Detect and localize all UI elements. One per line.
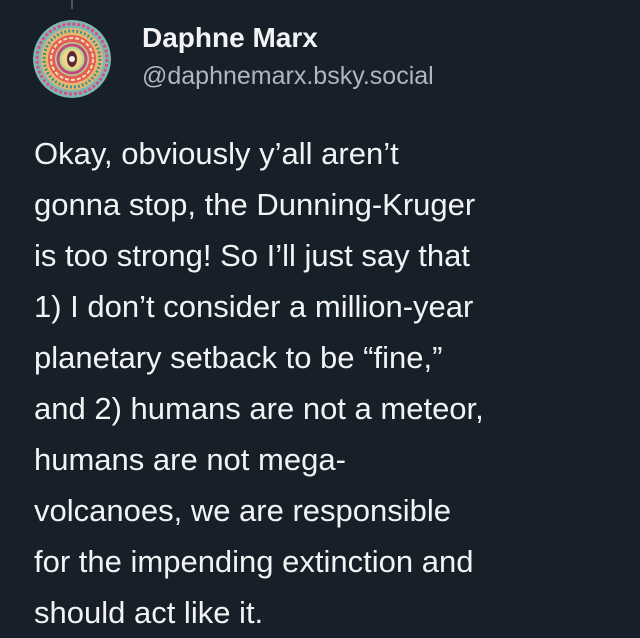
thread-line [71,0,73,9]
author-avatar[interactable] [33,20,111,98]
post-body-line: gonna stop, the Dunning-Kruger [34,187,476,222]
post-body-line: is too strong! So I’ll just say that [34,238,470,273]
post-body-line: Okay, obviously y’all aren’t [34,136,399,171]
author-display-name[interactable]: Daphne Marx [142,20,434,56]
author-handle[interactable]: @daphnemarx.bsky.social [142,60,434,92]
post-body-line: and 2) humans are not a meteor, [34,391,484,426]
post-card: Daphne Marx @daphnemarx.bsky.social Okay… [0,0,640,630]
post-body-line: volcanoes, we are responsible [34,493,452,528]
post-body-line: planetary setback to be “fine,” [34,340,443,375]
mandala-avatar-icon [33,20,111,98]
post-body-line: for the impending extinction and [34,544,474,579]
post-body-line: humans are not mega- [34,442,346,477]
post-body: Okay, obviously y’all aren’t gonna stop,… [34,128,624,638]
post-body-line: 1) I don’t consider a million-year [34,289,474,324]
post-body-line: should act like it. [34,595,264,630]
author-info: Daphne Marx @daphnemarx.bsky.social [142,20,434,92]
